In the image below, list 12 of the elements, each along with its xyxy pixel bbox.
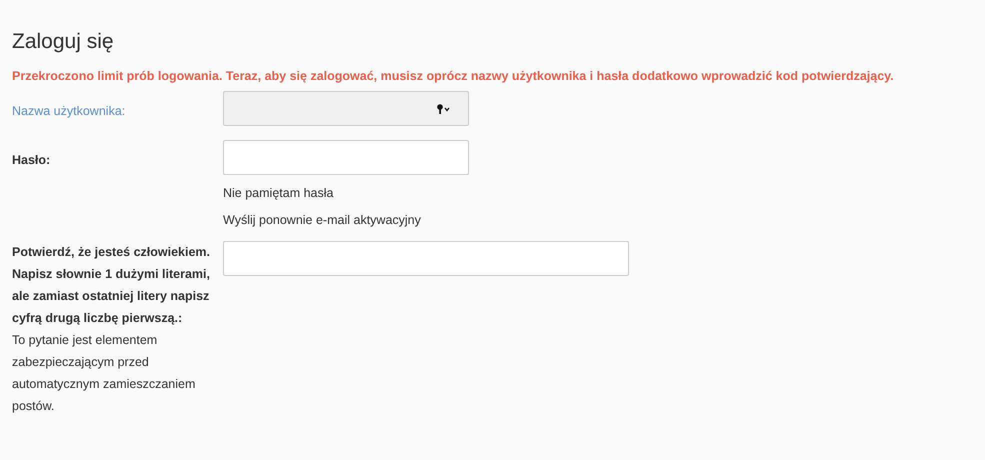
- text-link[interactable]: Wyślij ponownie e-mail aktywacyjny: [223, 212, 421, 229]
- username-field[interactable]: [223, 91, 469, 126]
- field-label: Hasło:: [12, 152, 50, 169]
- error-message: Przekroczono limit prób logowania. Teraz, aby się zalogować, musisz oprócz nazwy użytkownika i hasła dodatkowo wprowadzić kod potwierdzający.: [12, 69, 895, 83]
- answer-field[interactable]: [223, 241, 629, 276]
- field-label: Nazwa użytkownika:: [12, 103, 126, 120]
- field-label: Potwierdź, że jesteś człowiekiem. Napisz słownie 1 dużymi literami, ale zamiast ostatniej litery napisz cyfrą drugą liczbę pierwszą.:: [12, 244, 211, 327]
- password-field[interactable]: [223, 140, 469, 175]
- text-link[interactable]: Nie pamiętam hasła: [223, 185, 334, 202]
- page-title: Zaloguj się: [12, 29, 115, 52]
- field-hint: To pytanie jest elementem zabezpieczającym przed automatycznym zamieszczaniem postów.: [12, 332, 196, 415]
- key-icon[interactable]: [437, 104, 452, 114]
